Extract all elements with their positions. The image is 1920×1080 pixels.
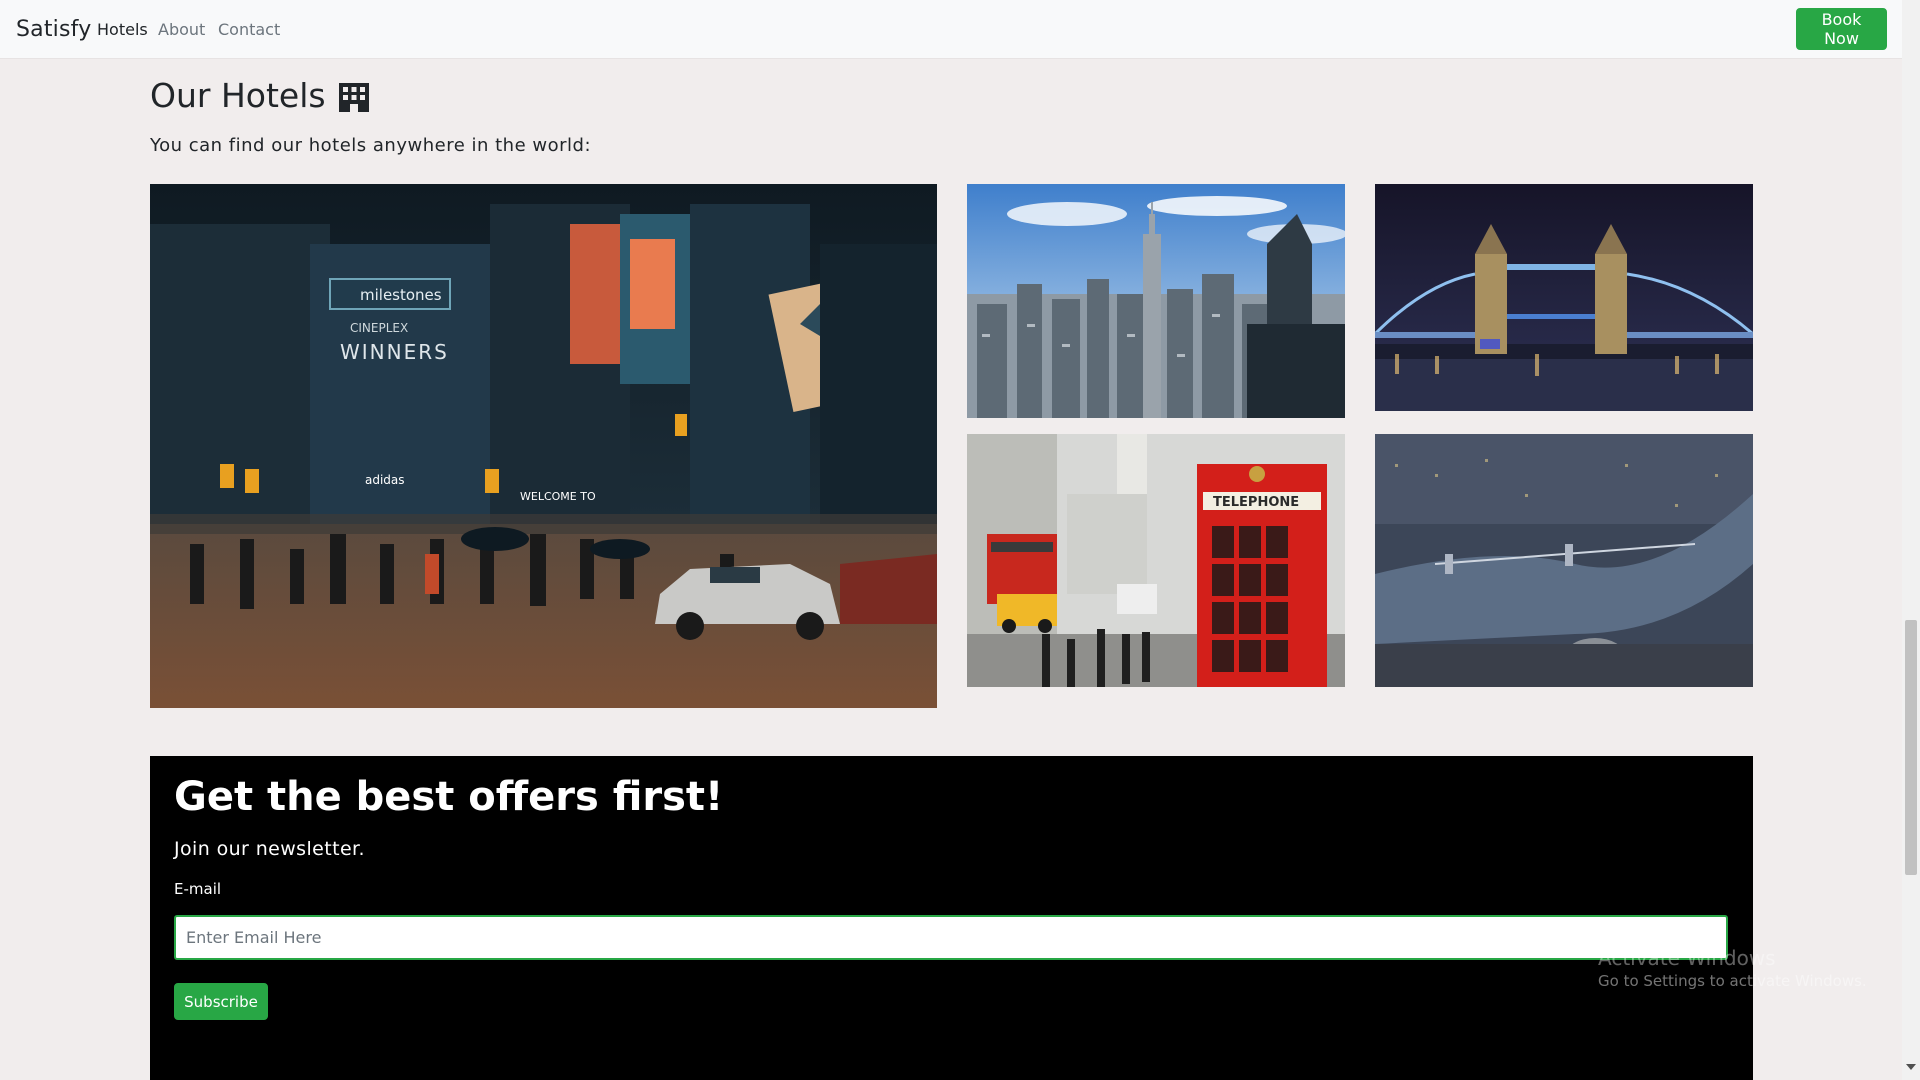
nav-link-contact[interactable]: Contact xyxy=(218,20,280,39)
london-aerial-photo xyxy=(1375,434,1753,687)
activate-windows-watermark-text: Go to Settings to activate Windows. xyxy=(1598,972,1867,990)
newsletter-title: Get the best offers first! xyxy=(174,774,724,820)
vertical-scrollbar[interactable] xyxy=(1902,0,1920,1080)
sign-welcome-to: WELCOME TO xyxy=(520,490,596,503)
london-phone-booth-photo: TELEPHONE xyxy=(967,434,1345,687)
sign-milestones: milestones xyxy=(360,286,442,304)
city-street-photo: milestones WINNERS CINEPLEX adidas WELCO… xyxy=(150,184,937,708)
sign-winners: WINNERS xyxy=(340,340,449,364)
subscribe-button[interactable]: Subscribe xyxy=(174,983,268,1020)
activate-windows-watermark-title: Activate Windows xyxy=(1598,946,1776,970)
newsletter-subtitle: Join our newsletter. xyxy=(174,838,365,860)
navbar: Satisfy Hotels About Contact Book Now xyxy=(0,0,1902,58)
scrollbar-thumb[interactable] xyxy=(1905,620,1917,875)
tower-bridge-night-photo xyxy=(1375,184,1753,411)
book-now-button[interactable]: Book Now xyxy=(1796,8,1887,50)
hotels-heading: Our Hotels xyxy=(150,76,372,115)
hotels-subtitle: You can find our hotels anywhere in the … xyxy=(150,135,592,156)
email-label: E-mail xyxy=(174,880,222,898)
scroll-down-arrow-icon[interactable] xyxy=(1906,1064,1916,1070)
nav-link-hotels[interactable]: Hotels xyxy=(97,20,148,39)
email-input[interactable] xyxy=(174,915,1728,960)
sign-cineplex: CINEPLEX xyxy=(350,321,408,335)
new-york-skyline-photo xyxy=(967,184,1345,418)
newsletter-section: Get the best offers first! Join our news… xyxy=(150,756,1753,1080)
sign-telephone: TELEPHONE xyxy=(1213,495,1299,510)
sign-adidas: adidas xyxy=(365,473,405,487)
hotels-title-text: Our Hotels xyxy=(150,76,326,115)
building-icon xyxy=(338,82,369,112)
brand-logo[interactable]: Satisfy xyxy=(16,17,91,42)
nav-link-about[interactable]: About xyxy=(158,20,205,39)
